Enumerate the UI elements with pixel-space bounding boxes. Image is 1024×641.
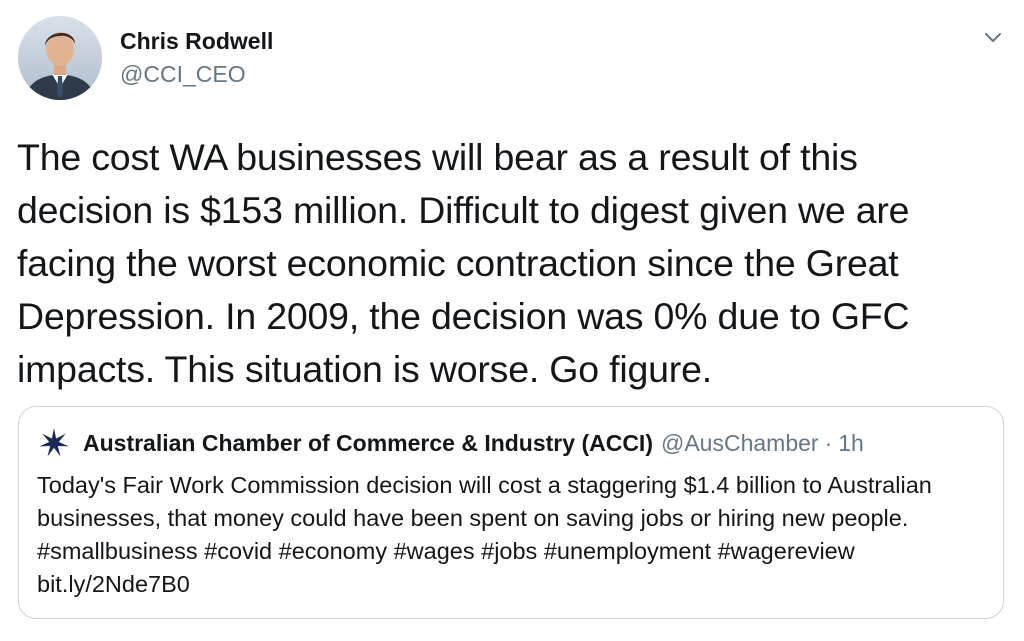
author-name[interactable]: Chris Rodwell bbox=[120, 28, 273, 55]
separator-dot: · bbox=[824, 429, 833, 456]
chevron-down-icon[interactable] bbox=[978, 25, 1008, 51]
quoted-tweet[interactable]: Australian Chamber of Commerce & Industr… bbox=[18, 406, 1004, 619]
quoted-timestamp[interactable]: 1h bbox=[838, 430, 864, 457]
quoted-tweet-text: Today's Fair Work Commission decision wi… bbox=[37, 472, 932, 597]
quoted-author-handle[interactable]: @AusChamber bbox=[661, 430, 819, 457]
avatar[interactable] bbox=[18, 16, 102, 100]
quoted-author-name[interactable]: Australian Chamber of Commerce & Industr… bbox=[83, 430, 653, 457]
tweet-card: Chris Rodwell @CCI_CEO The cost WA busin… bbox=[0, 0, 1024, 641]
quoted-tweet-header: Australian Chamber of Commerce & Industr… bbox=[37, 426, 864, 460]
avatar-image bbox=[18, 16, 102, 100]
tweet-text: The cost WA businesses will bear as a re… bbox=[17, 136, 910, 390]
author-handle[interactable]: @CCI_CEO bbox=[120, 61, 246, 88]
star-logo-icon[interactable] bbox=[37, 426, 71, 460]
